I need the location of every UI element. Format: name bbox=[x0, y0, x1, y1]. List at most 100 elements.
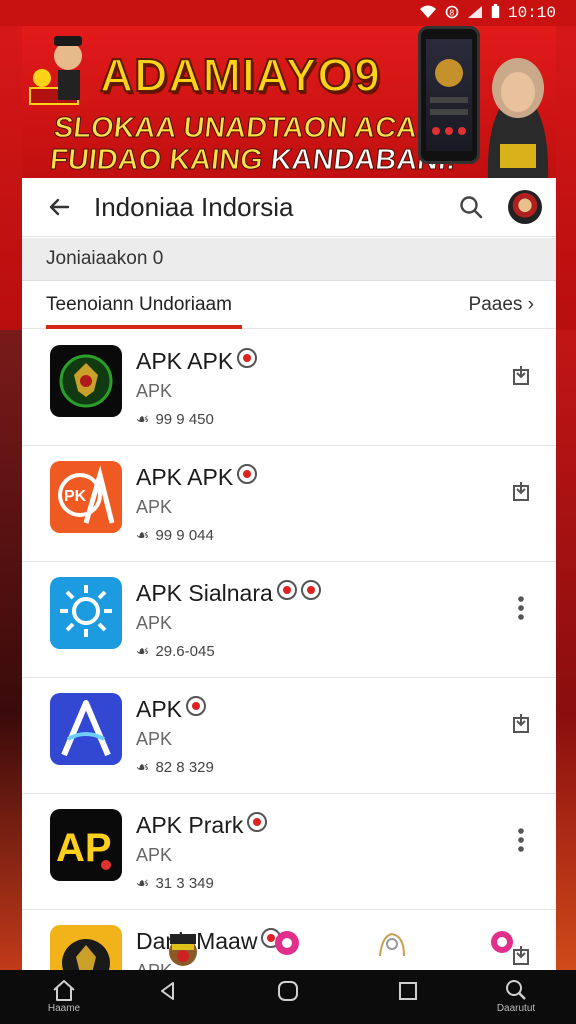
svg-text:8: 8 bbox=[449, 8, 454, 17]
nav-back[interactable] bbox=[138, 978, 198, 1018]
list-item[interactable]: PK APK APK APK ☙ 99 9 044 bbox=[22, 446, 556, 562]
app-list: APK APK APK ☙ 99 9 450 PK APK APK APK ☙ 99… bbox=[22, 330, 556, 970]
app-meta-text: 29.6-045 bbox=[155, 643, 215, 660]
verified-badge-icon bbox=[186, 696, 207, 716]
tab-bar: Teenoiann Undoriaam Paaes › bbox=[22, 280, 556, 329]
tab-indicator bbox=[46, 325, 242, 329]
app-meta: ☙ 31 3 349 bbox=[136, 874, 214, 892]
list-item[interactable]: APK Sialnara APK ☙ 29.6-045 bbox=[22, 562, 556, 678]
phone-illustration bbox=[418, 26, 480, 164]
background-right-strip bbox=[556, 330, 576, 970]
rating-icon: ☙ bbox=[136, 875, 150, 892]
back-triangle-icon bbox=[161, 982, 174, 1000]
status-bar: 8 10:10 bbox=[0, 0, 576, 26]
rating-icon: ☙ bbox=[136, 411, 150, 428]
background-left-strip bbox=[0, 330, 22, 970]
bottom-navigation: Haame Daarutut bbox=[0, 970, 576, 1024]
app-subtitle: APK bbox=[136, 845, 173, 865]
app-icon-ap-yellow: AP bbox=[50, 809, 122, 881]
app-icon-ap: PK bbox=[50, 461, 122, 533]
nav-home-circle[interactable] bbox=[258, 978, 318, 1018]
recents-square-icon bbox=[399, 982, 417, 1000]
page-title: Indoniaa Indorsia bbox=[94, 192, 294, 222]
back-arrow-icon[interactable] bbox=[44, 192, 74, 222]
wifi-icon bbox=[419, 5, 437, 22]
verified-badge-icon bbox=[247, 812, 268, 832]
app-name: APK bbox=[136, 696, 207, 723]
nav-search-label: Daarutut bbox=[496, 1003, 536, 1014]
home-circle-icon bbox=[278, 981, 298, 1001]
app-name: APK APK bbox=[136, 348, 258, 375]
app-bar: Indoniaa Indorsia bbox=[22, 178, 556, 237]
app-name-text: APK Sialnara bbox=[136, 580, 273, 606]
search-icon[interactable] bbox=[456, 192, 486, 222]
app-name: APK Sialnara bbox=[136, 580, 321, 607]
list-item[interactable]: AP APK Prark APK ☙ 31 3 349 bbox=[22, 794, 556, 910]
app-name: Dank Maaw bbox=[136, 928, 282, 955]
app-name-text: APK APK bbox=[136, 464, 234, 490]
verified-badge-icon bbox=[237, 464, 258, 484]
verified-badge-icon bbox=[300, 580, 321, 600]
app-subtitle: APK bbox=[136, 381, 173, 401]
banner-tagline-2-main: FUIDAO KAING bbox=[48, 144, 273, 177]
app-meta-text: 82 8 329 bbox=[155, 759, 214, 776]
app-meta: ☙ 99 9 450 bbox=[136, 410, 214, 428]
rating-icon: ☙ bbox=[136, 759, 150, 776]
rating-icon: ☙ bbox=[136, 527, 150, 544]
app-meta: ☙ 99 9 044 bbox=[136, 526, 214, 544]
app-subtitle: APK bbox=[136, 729, 173, 749]
more-vert-icon[interactable] bbox=[508, 826, 534, 854]
verified-badge-icon bbox=[276, 580, 297, 600]
tab-active[interactable]: Teenoiann Undoriaam bbox=[46, 294, 232, 316]
pink-chat-icon bbox=[272, 928, 314, 970]
app-name-text: APK bbox=[136, 696, 183, 722]
phone-screen bbox=[426, 39, 472, 151]
download-icon[interactable] bbox=[508, 362, 534, 390]
battery-icon bbox=[491, 4, 500, 22]
banner-title: ADAMIAYO9 bbox=[99, 48, 381, 102]
section-header: Joniaiaakon 0 bbox=[22, 238, 556, 281]
search-icon bbox=[506, 980, 526, 1000]
signal-icon bbox=[467, 5, 483, 22]
app-icon-a bbox=[50, 693, 122, 765]
mascot-illustration bbox=[28, 30, 98, 112]
woman-illustration bbox=[478, 48, 556, 178]
app-panel: Indoniaa Indorsia Joniaiaakon 0 Teenoian… bbox=[22, 178, 556, 970]
download-icon[interactable] bbox=[508, 710, 534, 738]
app-name: APK Prark bbox=[136, 812, 268, 839]
app-name: APK APK bbox=[136, 464, 258, 491]
app-meta-text: 99 9 450 bbox=[155, 411, 214, 428]
nav-search[interactable]: Daarutut bbox=[486, 978, 546, 1018]
tab-more-link[interactable]: Paaes › bbox=[469, 294, 534, 316]
promo-banner[interactable]: ADAMIAYO9 SLOKAA UNADTAON ACANLI! FUIDAO… bbox=[22, 26, 556, 178]
list-item[interactable]: APK APK ☙ 82 8 329 bbox=[22, 678, 556, 794]
home-icon bbox=[53, 980, 75, 1001]
list-item[interactable]: APK APK APK ☙ 99 9 450 bbox=[22, 330, 556, 446]
app-subtitle: APK bbox=[136, 497, 173, 517]
app-icon-emblem bbox=[50, 345, 122, 417]
nav-home[interactable]: Haame bbox=[34, 978, 94, 1018]
app-name-text: APK APK bbox=[136, 348, 234, 374]
verified-badge-icon bbox=[237, 348, 258, 368]
mascot-sticker-icon bbox=[162, 928, 204, 970]
data-saver-icon: 8 bbox=[445, 5, 459, 22]
nav-home-label: Haame bbox=[47, 1003, 81, 1014]
app-name-text: APK Prark bbox=[136, 812, 244, 838]
download-icon[interactable] bbox=[508, 478, 534, 506]
nav-recents[interactable] bbox=[378, 978, 438, 1018]
app-icon-emblem-gold bbox=[50, 925, 122, 970]
more-vert-icon[interactable] bbox=[508, 594, 534, 622]
hand-drawn-icon bbox=[376, 928, 418, 970]
rating-icon: ☙ bbox=[136, 643, 150, 660]
app-subtitle: APK bbox=[136, 613, 173, 633]
banner-tagline-2: FUIDAO KAING KANDABANI! bbox=[48, 144, 458, 177]
app-meta-text: 31 3 349 bbox=[155, 875, 214, 892]
app-meta-text: 99 9 044 bbox=[155, 527, 214, 544]
avatar[interactable] bbox=[508, 190, 542, 224]
app-meta: ☙ 29.6-045 bbox=[136, 642, 215, 660]
status-time: 10:10 bbox=[507, 4, 556, 22]
section-header-text: Joniaiaakon 0 bbox=[46, 248, 164, 269]
svg-text:PK: PK bbox=[64, 488, 87, 505]
app-icon-sun bbox=[50, 577, 122, 649]
app-meta: ☙ 82 8 329 bbox=[136, 758, 214, 776]
